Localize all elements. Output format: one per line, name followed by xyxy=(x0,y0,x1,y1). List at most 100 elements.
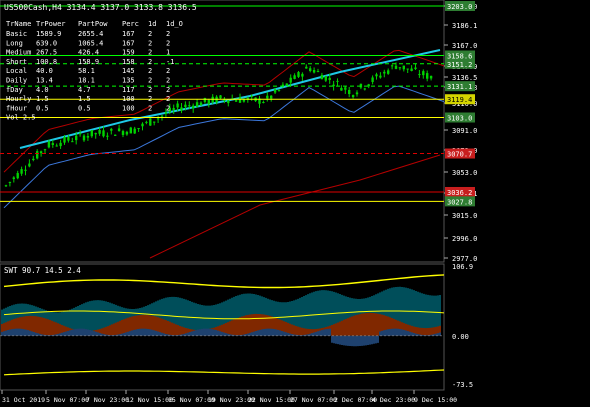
trading-chart[interactable]: US500Cash,H4 3134.4 3137.0 3133.8 3136.5… xyxy=(0,0,590,407)
table-cell: 2 xyxy=(166,86,170,94)
candle-body xyxy=(94,133,97,135)
price-badge-label: 3036.2 xyxy=(447,189,472,197)
table-cell: Hourly xyxy=(6,95,31,103)
table-cell: Daily xyxy=(6,77,27,85)
candle-body xyxy=(133,128,136,134)
candle-body xyxy=(301,73,304,77)
candle-body xyxy=(67,137,70,141)
candle-body xyxy=(98,130,101,134)
candle-body xyxy=(402,65,405,70)
candle-body xyxy=(20,169,23,174)
table-cell: 117 xyxy=(122,86,135,94)
chart-title: US500Cash,H4 3134.4 3137.0 3133.8 3136.5 xyxy=(4,3,197,12)
candle-body xyxy=(328,77,331,80)
table-cell: 1 xyxy=(166,49,170,57)
table-cell: 2 xyxy=(148,104,152,112)
candle-body xyxy=(270,95,273,99)
table-cell: 159 xyxy=(122,49,135,57)
table-cell: 100 xyxy=(122,104,135,112)
candle-body xyxy=(406,68,409,70)
candle-body xyxy=(141,123,144,127)
swt-tick-label: 106.9 xyxy=(452,263,473,271)
lower-channel-line xyxy=(3,85,445,209)
price-tick-label: 3053.0 xyxy=(452,169,477,177)
table-cell: 0.5 xyxy=(36,104,49,112)
price-badge-label: 3027.8 xyxy=(447,198,472,206)
price-axis: 3203.03186.13167.03147.93136.53128.83110… xyxy=(444,1,477,263)
candle-body xyxy=(219,95,222,99)
candle-body xyxy=(180,107,183,111)
candle-body xyxy=(371,77,374,82)
candle-body xyxy=(32,158,35,160)
candle-body xyxy=(12,177,15,180)
table-cell: Local xyxy=(6,67,27,75)
table-cell: 2 xyxy=(148,67,152,75)
table-cell: fHour xyxy=(6,104,27,112)
table-cell: Vol 2.5 xyxy=(6,114,36,122)
candle-body xyxy=(207,99,210,105)
trend-power-table: TrName TrPower PartPow Perc 1d 1d_O Basic 1589.… xyxy=(6,20,183,122)
candle-body xyxy=(28,163,31,167)
table-cell: 2 xyxy=(148,49,152,57)
time-axis: 31 Oct 2019 5 Nov 07:007 Nov 23:0012 Nov … xyxy=(1,390,457,404)
table-cell: 145 xyxy=(122,67,135,75)
candle-body xyxy=(351,95,355,98)
candle-body xyxy=(289,77,292,83)
table-cell: 167 xyxy=(122,39,135,47)
candle-body xyxy=(387,70,390,74)
candle-body xyxy=(51,143,54,145)
time-tick-label: 5 Nov 07:00 xyxy=(46,396,89,404)
table-cell: 2 xyxy=(148,39,152,47)
candle-body xyxy=(192,105,195,109)
candle-body xyxy=(426,73,429,79)
support-resistance-levels xyxy=(0,5,444,202)
candle-body xyxy=(86,136,90,138)
candle-body xyxy=(316,71,320,73)
candle-body xyxy=(309,68,312,71)
candle-body xyxy=(164,112,168,114)
table-cell: 1.5 xyxy=(36,95,49,103)
table-header-cell: 1d xyxy=(148,20,156,28)
table-cell: Short xyxy=(6,58,27,66)
candle-body xyxy=(125,131,129,135)
candle-body xyxy=(297,72,300,77)
candle-body xyxy=(90,130,93,137)
table-cell: 158.9 xyxy=(78,58,99,66)
table-cell: Long xyxy=(6,39,23,47)
table-cell: 2 xyxy=(148,86,152,94)
table-cell: 1065.4 xyxy=(78,39,103,47)
swt-tick-label: -73.5 xyxy=(452,381,473,389)
table-cell: 2 xyxy=(166,67,170,75)
time-tick-label: 31 Oct 2019 xyxy=(2,396,45,404)
candle-body xyxy=(129,127,132,134)
table-cell: 2 xyxy=(148,77,152,85)
table-header-cell: TrPower xyxy=(36,20,66,28)
candle-body xyxy=(16,173,19,179)
candle-body xyxy=(4,185,8,187)
candle-body xyxy=(184,104,187,108)
table-cell: 40.0 xyxy=(36,67,53,75)
candle-body xyxy=(203,97,207,102)
candle-body xyxy=(238,97,242,103)
candle-body xyxy=(324,76,327,81)
candle-body xyxy=(320,74,324,80)
table-header-cell: Perc xyxy=(122,20,139,28)
swt-label: SWT 90.7 14.5 2.4 xyxy=(4,266,81,275)
time-tick-label: 22 Nov 15:00 xyxy=(248,396,295,404)
long-trend-line xyxy=(149,154,441,259)
candle-body xyxy=(199,102,203,106)
price-badge-label: 3151.2 xyxy=(447,61,472,69)
table-cell: Medium xyxy=(6,49,31,57)
candle-body xyxy=(375,74,378,77)
candle-body xyxy=(410,68,413,71)
table-cell: 135 xyxy=(122,77,135,85)
table-cell: 426.4 xyxy=(78,49,99,57)
candle-body xyxy=(281,84,285,86)
candle-body xyxy=(262,101,265,103)
candle-body xyxy=(398,67,402,69)
price-tick-label: 2977.0 xyxy=(452,255,477,263)
table-cell: Basic xyxy=(6,30,27,38)
table-cell: 2 xyxy=(148,30,152,38)
table-cell: 1.5 xyxy=(78,95,91,103)
candle-body xyxy=(156,118,160,120)
